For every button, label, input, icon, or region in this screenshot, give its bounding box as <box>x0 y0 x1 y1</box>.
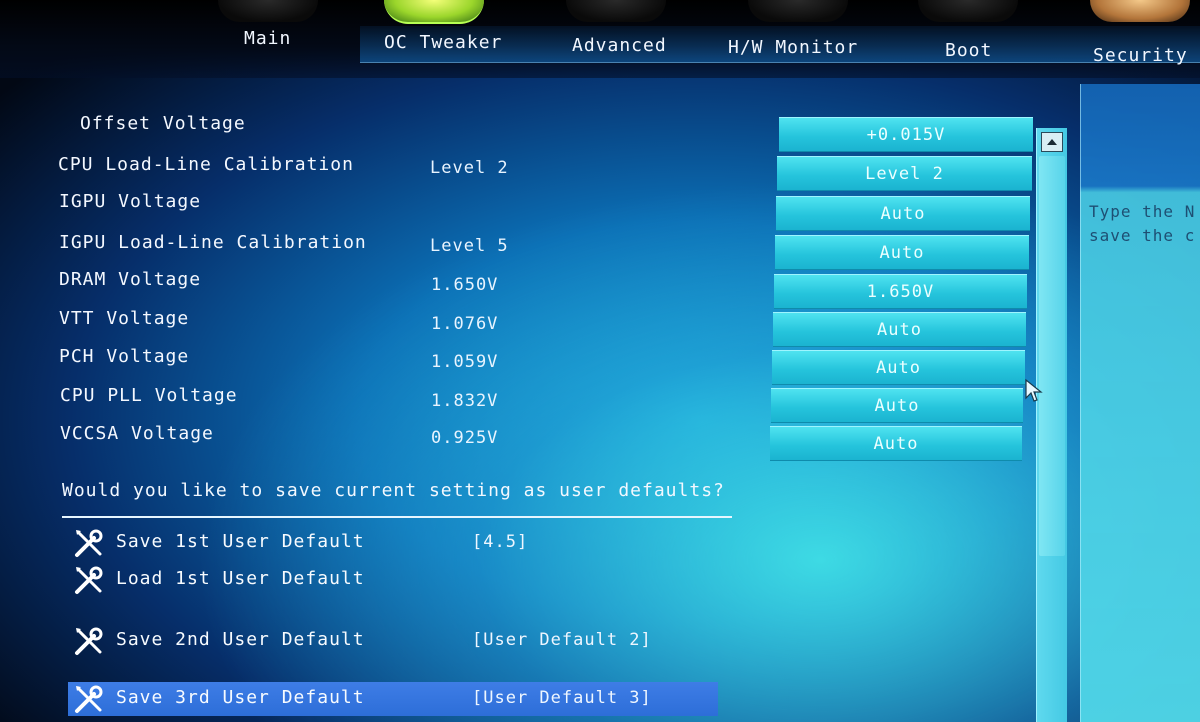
current-value-cpu-pll-voltage: 1.832V <box>431 391 499 411</box>
tab-main[interactable]: Main <box>244 28 291 49</box>
help-text-line-1: Type the N <box>1089 202 1196 221</box>
wrench-screwdriver-icon <box>75 529 103 557</box>
oc-tweaker-icon[interactable] <box>384 0 484 24</box>
tab-oc-tweaker[interactable]: OC Tweaker <box>384 32 502 53</box>
advanced-icon[interactable] <box>566 0 666 22</box>
setting-label-igpu-voltage: IGPU Voltage <box>59 191 202 212</box>
current-value-igpu-llc: Level 5 <box>430 236 509 256</box>
setting-label-cpu-llc: CPU Load-Line Calibration <box>58 154 354 175</box>
save-2nd-user-default-row[interactable]: Save 2nd User Default [User Default 2] <box>68 624 718 658</box>
help-text-line-2: save the c <box>1089 226 1196 245</box>
save-3rd-user-default-row[interactable]: Save 3rd User Default [User Default 3] <box>68 682 718 716</box>
scroll-up-arrow-icon[interactable] <box>1041 132 1063 152</box>
save-2nd-user-default-value: [User Default 2] <box>472 630 652 650</box>
security-icon[interactable] <box>1090 0 1190 22</box>
help-text: Type the N save the c <box>1089 200 1195 248</box>
wrench-screwdriver-icon <box>75 566 103 594</box>
current-value-dram-voltage: 1.650V <box>431 275 499 295</box>
load-1st-user-default-row[interactable]: Load 1st User Default <box>68 563 718 597</box>
setting-label-pch-voltage: PCH Voltage <box>59 346 190 367</box>
value-button-offset-voltage[interactable]: +0.015V <box>779 117 1033 152</box>
current-value-cpu-llc: Level 2 <box>430 158 509 178</box>
save-3rd-user-default-value: [User Default 3] <box>472 688 652 708</box>
hw-monitor-icon[interactable] <box>748 0 848 22</box>
tab-advanced[interactable]: Advanced <box>572 35 667 56</box>
value-button-vtt-voltage[interactable]: Auto <box>773 312 1026 347</box>
save-2nd-user-default-label: Save 2nd User Default <box>116 629 365 650</box>
value-button-vccsa-voltage[interactable]: Auto <box>770 426 1022 461</box>
current-value-vccsa-voltage: 0.925V <box>431 428 499 448</box>
tab-security[interactable]: Security <box>1093 45 1188 66</box>
current-value-pch-voltage: 1.059V <box>431 352 499 372</box>
current-value-vtt-voltage: 1.076V <box>431 314 499 334</box>
setting-label-igpu-llc: IGPU Load-Line Calibration <box>59 232 367 253</box>
tab-boot[interactable]: Boot <box>945 40 992 61</box>
mouse-pointer-icon <box>1025 378 1043 402</box>
save-1st-user-default-row[interactable]: Save 1st User Default [4.5] <box>68 526 718 560</box>
help-panel: Type the N save the c <box>1080 84 1200 722</box>
boot-icon[interactable] <box>918 0 1018 22</box>
load-1st-user-default-label: Load 1st User Default <box>116 568 365 589</box>
save-1st-user-default-label: Save 1st User Default <box>116 531 365 552</box>
value-button-igpu-voltage[interactable]: Auto <box>776 196 1030 231</box>
value-button-dram-voltage[interactable]: 1.650V <box>774 274 1027 309</box>
wrench-screwdriver-icon <box>75 627 103 655</box>
tab-hw-monitor[interactable]: H/W Monitor <box>728 37 858 58</box>
wrench-screwdriver-icon <box>75 685 103 713</box>
setting-label-offset-voltage: Offset Voltage <box>80 113 246 134</box>
scrollbar[interactable] <box>1036 128 1067 722</box>
setting-label-cpu-pll-voltage: CPU PLL Voltage <box>60 385 238 406</box>
value-button-cpu-llc[interactable]: Level 2 <box>777 156 1032 191</box>
value-button-pch-voltage[interactable]: Auto <box>772 350 1025 385</box>
setting-label-dram-voltage: DRAM Voltage <box>59 269 202 290</box>
section-divider <box>62 516 732 518</box>
save-3rd-user-default-label: Save 3rd User Default <box>116 687 365 708</box>
setting-label-vccsa-voltage: VCCSA Voltage <box>60 423 214 444</box>
scrollbar-thumb[interactable] <box>1039 156 1065 556</box>
save-1st-user-default-value: [4.5] <box>472 532 529 552</box>
main-icon[interactable] <box>218 0 318 22</box>
value-button-cpu-pll-voltage[interactable]: Auto <box>771 388 1023 423</box>
setting-label-vtt-voltage: VTT Voltage <box>59 308 190 329</box>
value-button-igpu-llc[interactable]: Auto <box>775 235 1029 270</box>
user-default-question: Would you like to save current setting a… <box>62 480 725 501</box>
